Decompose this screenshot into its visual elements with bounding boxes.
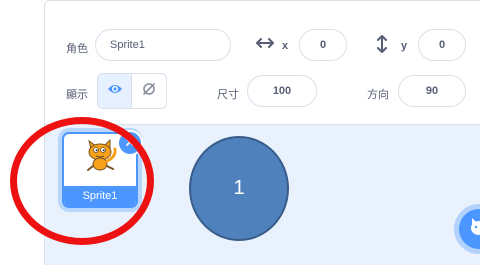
sprite-info-panel: 角色 Sprite1 x 0 y 0 顯示 尺寸 100 方向 90 — [45, 1, 480, 125]
x-input[interactable]: 0 — [299, 29, 347, 61]
direction-value: 90 — [425, 85, 439, 97]
direction-label: 方向 — [367, 89, 389, 101]
sprite-name-value: Sprite1 — [110, 39, 145, 51]
sprite-name-label: 角色 — [66, 43, 88, 55]
y-input[interactable]: 0 — [418, 29, 466, 61]
show-button[interactable] — [98, 74, 133, 108]
direction-input[interactable]: 90 — [398, 75, 466, 107]
choose-sprite-icon — [467, 215, 480, 244]
y-label: y — [401, 40, 408, 52]
vertical-arrows-icon — [376, 35, 388, 56]
hide-button[interactable] — [132, 74, 166, 108]
eye-icon — [107, 82, 123, 100]
sprite-name-input[interactable]: Sprite1 — [95, 29, 231, 61]
eye-slash-icon — [141, 81, 157, 102]
size-input[interactable]: 100 — [247, 75, 317, 107]
highlight-circle — [10, 117, 154, 245]
visibility-toggle — [97, 73, 167, 109]
x-value: 0 — [319, 39, 327, 51]
size-label: 尺寸 — [217, 89, 239, 101]
y-value: 0 — [438, 39, 446, 51]
size-value: 100 — [272, 85, 292, 97]
step-number-badge: 1 — [189, 136, 289, 241]
horizontal-arrows-icon — [256, 37, 274, 52]
show-label: 顯示 — [66, 89, 88, 101]
x-label: x — [282, 40, 289, 52]
